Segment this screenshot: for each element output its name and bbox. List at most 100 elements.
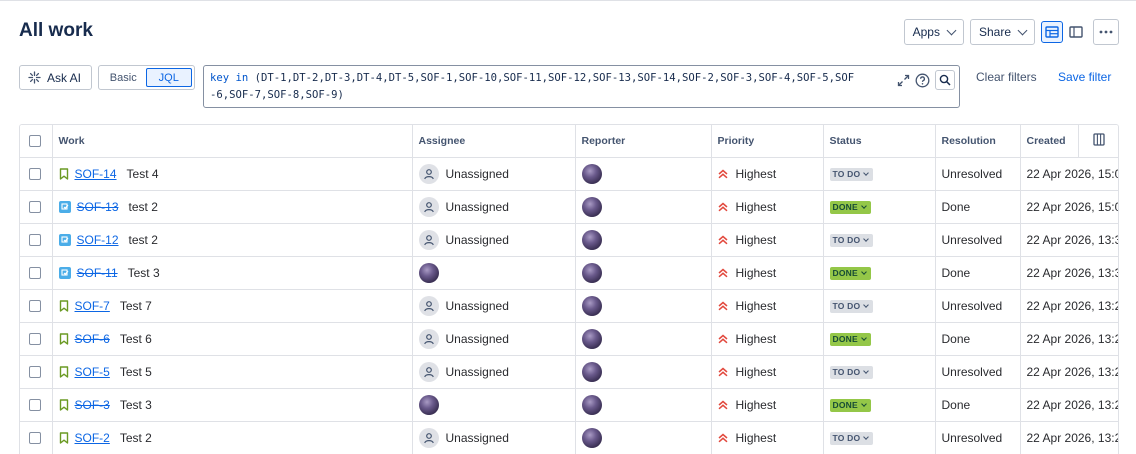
- status-lozenge[interactable]: TO DO: [829, 431, 874, 445]
- issue-summary[interactable]: test 2: [129, 233, 158, 247]
- search-button[interactable]: [935, 70, 955, 90]
- issue-summary[interactable]: test 2: [129, 200, 158, 214]
- column-header-priority[interactable]: Priority: [711, 125, 824, 158]
- jql-mode-button[interactable]: JQL: [145, 68, 192, 87]
- top-divider: [0, 0, 1136, 1]
- issue-key-link[interactable]: SOF-11: [77, 266, 118, 280]
- apps-button[interactable]: Apps: [903, 19, 964, 45]
- row-checkbox[interactable]: [29, 300, 41, 313]
- detail-view-button[interactable]: [1065, 21, 1087, 43]
- reporter-avatar[interactable]: [581, 394, 602, 415]
- status-lozenge[interactable]: DONE: [829, 266, 871, 280]
- basic-mode-button[interactable]: Basic: [101, 68, 146, 87]
- list-view-button[interactable]: [1041, 21, 1063, 43]
- row-checkbox[interactable]: [29, 399, 41, 412]
- issue-key-link[interactable]: SOF-12: [77, 233, 119, 247]
- priority-cell[interactable]: Highest: [711, 421, 824, 454]
- column-header-status[interactable]: Status: [823, 125, 936, 158]
- select-all-checkbox[interactable]: [29, 134, 41, 147]
- reporter-avatar[interactable]: [581, 196, 602, 217]
- table-row[interactable]: SOF-3 Test 3 Highest DONE Done 22 Apr 2026, 1…: [20, 388, 1118, 422]
- table-row[interactable]: SOF-11 Test 3 Highest DONE Done 22 Apr 2026, …: [20, 256, 1118, 290]
- issue-summary[interactable]: Test 2: [120, 431, 152, 445]
- row-checkbox[interactable]: [29, 168, 41, 181]
- issue-key-link[interactable]: SOF-6: [75, 332, 110, 346]
- assignee-cell[interactable]: Unassigned: [412, 190, 576, 224]
- table-row[interactable]: SOF-12 test 2 Unassigned Highest TO DO Unreso…: [20, 223, 1118, 257]
- row-checkbox[interactable]: [29, 234, 41, 247]
- issue-key-link[interactable]: SOF-7: [75, 299, 110, 313]
- status-cell: TO DO: [823, 157, 936, 191]
- priority-cell[interactable]: Highest: [711, 322, 824, 356]
- status-lozenge[interactable]: TO DO: [829, 365, 874, 379]
- priority-cell[interactable]: Highest: [711, 355, 824, 389]
- row-checkbox[interactable]: [29, 333, 41, 346]
- expand-icon[interactable]: [897, 74, 910, 87]
- table-row[interactable]: SOF-13 test 2 Unassigned Highest DONE Done 22 …: [20, 190, 1118, 224]
- assignee-avatar[interactable]: [418, 262, 439, 283]
- row-checkbox[interactable]: [29, 432, 41, 445]
- issue-key-link[interactable]: SOF-3: [75, 398, 110, 412]
- status-lozenge[interactable]: TO DO: [829, 299, 874, 313]
- save-filter-link[interactable]: Save filter: [1058, 70, 1111, 84]
- jql-query-input[interactable]: key in (DT-1,DT-2,DT-3,DT-4,DT-5,SOF-1,S…: [203, 65, 960, 108]
- help-icon[interactable]: [915, 73, 930, 88]
- issue-summary[interactable]: Test 4: [127, 167, 159, 181]
- issue-summary[interactable]: Test 6: [120, 332, 152, 346]
- reporter-avatar[interactable]: [581, 361, 602, 382]
- column-header-created[interactable]: Created: [1020, 125, 1079, 158]
- reporter-avatar[interactable]: [581, 427, 602, 448]
- issue-summary[interactable]: Test 7: [120, 299, 152, 313]
- reporter-avatar[interactable]: [581, 328, 602, 349]
- priority-cell[interactable]: Highest: [711, 388, 824, 422]
- assignee-cell[interactable]: Unassigned: [412, 289, 576, 323]
- reporter-avatar[interactable]: [581, 295, 602, 316]
- row-checkbox[interactable]: [29, 267, 41, 280]
- table-row[interactable]: SOF-2 Test 2 Unassigned Highest TO DO Unresol…: [20, 421, 1118, 454]
- assignee-cell[interactable]: Unassigned: [412, 355, 576, 389]
- priority-cell[interactable]: Highest: [711, 289, 824, 323]
- status-lozenge[interactable]: TO DO: [829, 167, 874, 181]
- priority-cell[interactable]: Highest: [711, 157, 824, 191]
- priority-cell[interactable]: Highest: [711, 190, 824, 224]
- reporter-avatar[interactable]: [581, 163, 602, 184]
- issue-summary[interactable]: Test 3: [128, 266, 160, 280]
- assignee-cell[interactable]: Unassigned: [412, 223, 576, 257]
- share-button[interactable]: Share: [969, 19, 1035, 45]
- assignee-cell[interactable]: [412, 388, 576, 422]
- row-checkbox[interactable]: [29, 366, 41, 379]
- table-row[interactable]: SOF-7 Test 7 Unassigned Highest TO DO Unresol…: [20, 289, 1118, 323]
- status-lozenge[interactable]: DONE: [829, 200, 871, 214]
- column-header-assignee[interactable]: Assignee: [412, 125, 576, 158]
- assignee-cell[interactable]: [412, 256, 576, 290]
- column-header-work[interactable]: Work: [52, 125, 413, 158]
- reporter-avatar[interactable]: [581, 229, 602, 250]
- table-row[interactable]: SOF-6 Test 6 Unassigned Highest DONE Done 22 A…: [20, 322, 1118, 356]
- assignee-cell[interactable]: Unassigned: [412, 421, 576, 454]
- issue-summary[interactable]: Test 5: [120, 365, 152, 379]
- table-row[interactable]: SOF-14 Test 4 Unassigned Highest TO DO Unreso…: [20, 157, 1118, 191]
- issue-key-link[interactable]: SOF-5: [75, 365, 110, 379]
- issue-key-link[interactable]: SOF-14: [75, 167, 117, 181]
- assignee-cell[interactable]: Unassigned: [412, 322, 576, 356]
- column-header-reporter[interactable]: Reporter: [575, 125, 712, 158]
- issue-key-link[interactable]: SOF-2: [75, 431, 110, 445]
- status-lozenge[interactable]: TO DO: [829, 233, 874, 247]
- more-actions-button[interactable]: [1093, 19, 1119, 45]
- clear-filters-link[interactable]: Clear filters: [976, 70, 1037, 84]
- assignee-avatar[interactable]: [418, 394, 439, 415]
- issue-key-link[interactable]: SOF-13: [77, 200, 119, 214]
- ask-ai-button[interactable]: Ask AI: [19, 65, 92, 90]
- row-select-cell: [20, 190, 53, 224]
- priority-cell[interactable]: Highest: [711, 223, 824, 257]
- columns-icon[interactable]: [1092, 133, 1105, 146]
- issue-summary[interactable]: Test 3: [120, 398, 152, 412]
- row-checkbox[interactable]: [29, 201, 41, 214]
- status-lozenge[interactable]: DONE: [829, 398, 871, 412]
- column-header-resolution[interactable]: Resolution: [935, 125, 1021, 158]
- assignee-cell[interactable]: Unassigned: [412, 157, 576, 191]
- status-lozenge[interactable]: DONE: [829, 332, 871, 346]
- priority-cell[interactable]: Highest: [711, 256, 824, 290]
- reporter-avatar[interactable]: [581, 262, 602, 283]
- table-row[interactable]: SOF-5 Test 5 Unassigned Highest TO DO Unresol…: [20, 355, 1118, 389]
